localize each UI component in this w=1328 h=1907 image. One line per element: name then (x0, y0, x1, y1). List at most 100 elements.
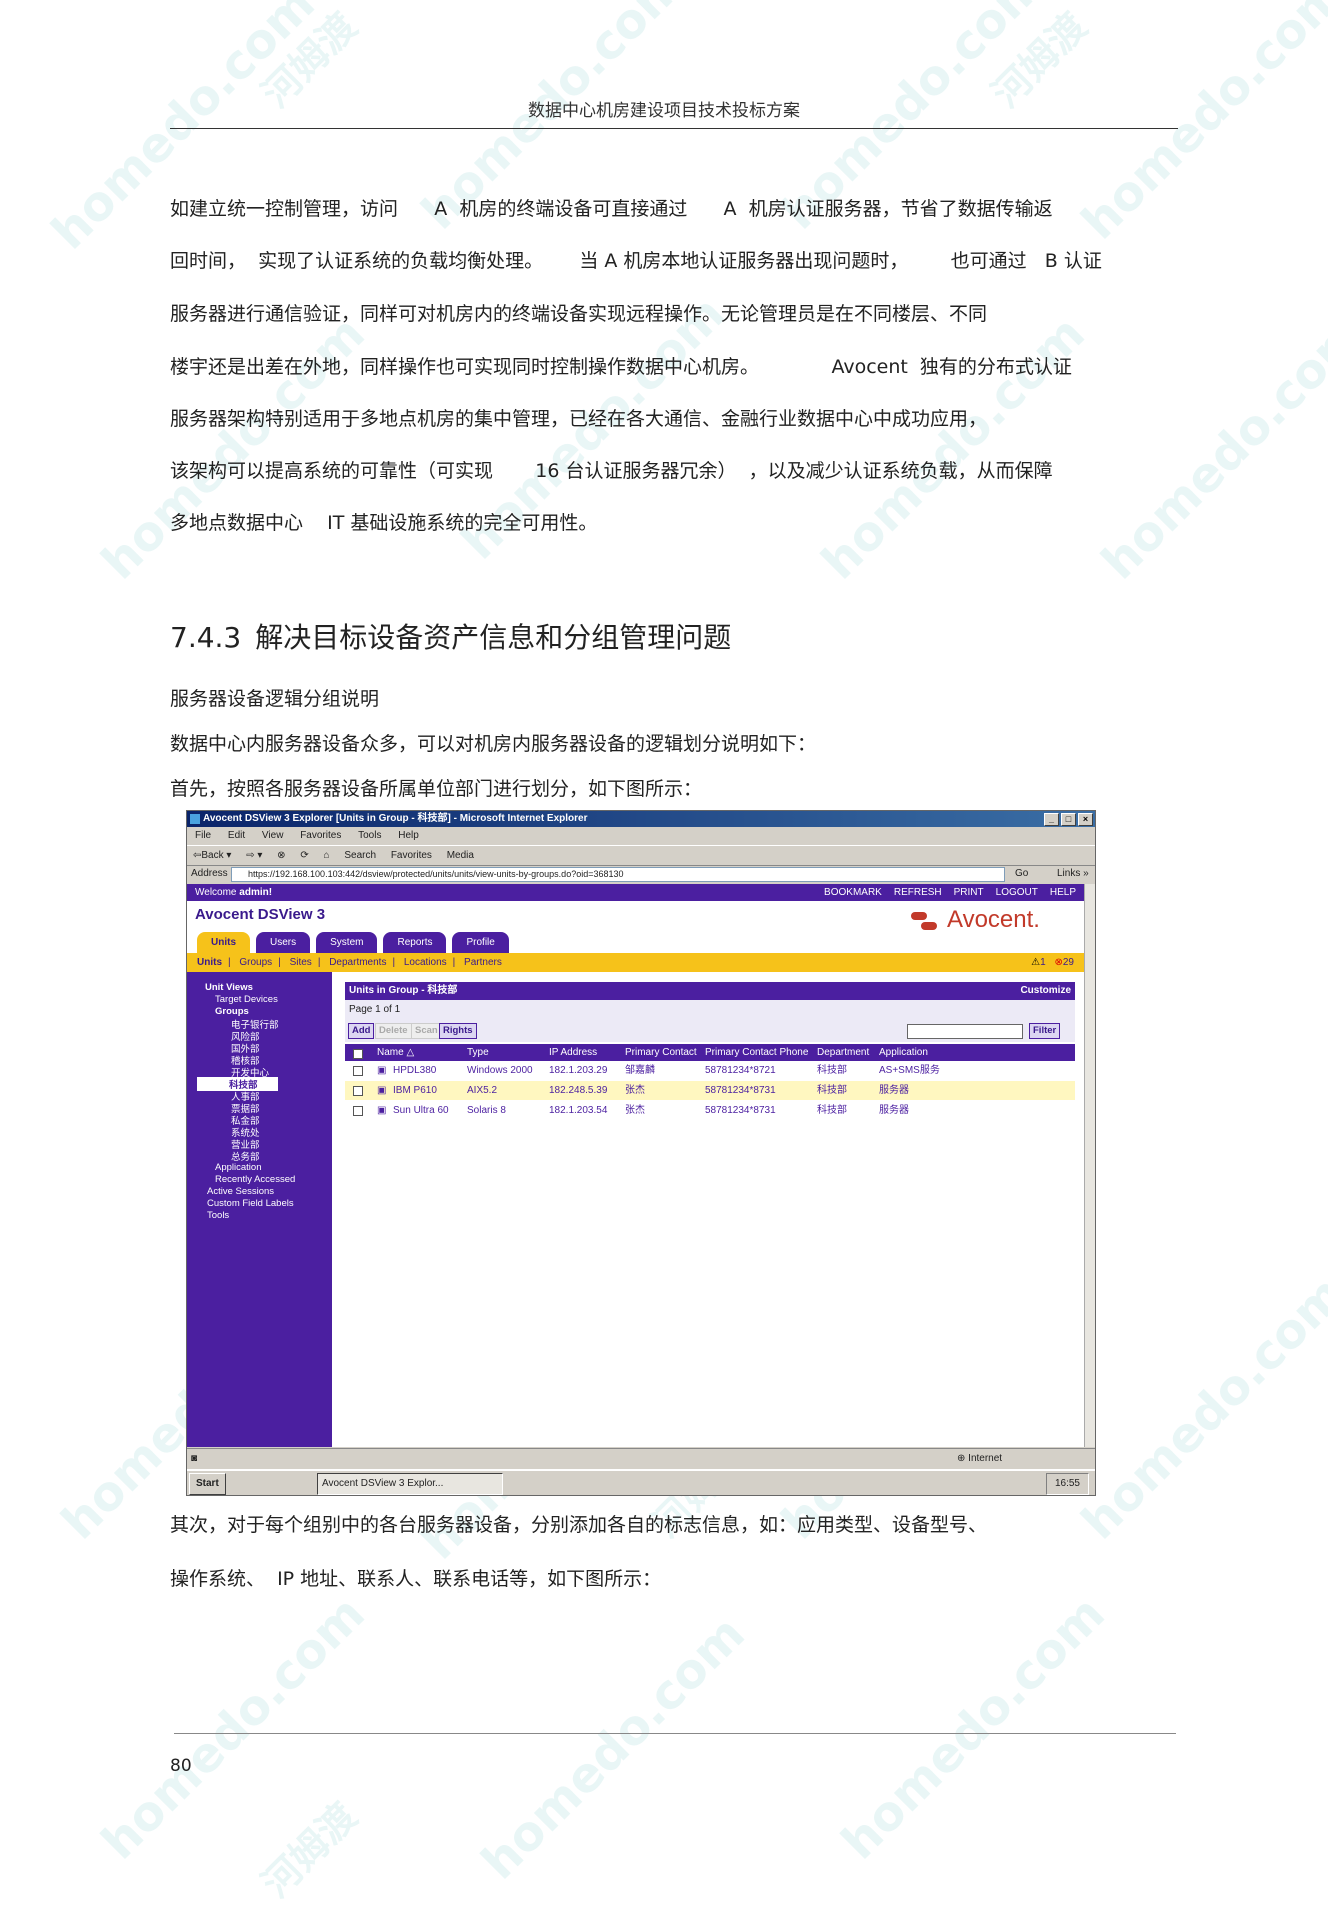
alert-counts[interactable]: ⚠1 ⊗29 (1031, 953, 1074, 972)
go-button[interactable]: Go (1015, 865, 1028, 883)
paragraph-line: 多地点数据中心 IT 基础设施系统的完全可用性。 (170, 512, 598, 534)
subnav-locations[interactable]: Locations (404, 957, 447, 968)
paragraph-line: 服务器架构特别适用于多地点机房的集中管理，已经在各大通信、金融行业数据中心中成功… (170, 408, 988, 430)
help-link[interactable]: HELP (1050, 884, 1076, 901)
maximize-icon[interactable]: □ (1061, 813, 1076, 826)
tree-unit-views[interactable]: Unit Views (205, 982, 253, 993)
delete-button[interactable]: Delete (375, 1023, 412, 1039)
tree-custom-field-labels[interactable]: Custom Field Labels (207, 1198, 294, 1209)
watermark-text: 河姆渡 (253, 1794, 366, 1906)
cell-contact: 邹嘉麟 (625, 1065, 655, 1076)
paragraph-line: 首先，按照各服务器设备所属单位部门进行划分，如下图所示： (170, 778, 703, 800)
cell-name[interactable]: IBM P610 (393, 1081, 437, 1100)
minimize-icon[interactable]: _ (1044, 813, 1059, 826)
avocent-logo: Avocent. (911, 906, 1040, 934)
tab-system[interactable]: System (316, 932, 378, 953)
col-ip[interactable]: IP Address (549, 1044, 597, 1061)
tree-application[interactable]: Application (215, 1162, 261, 1173)
tree-groups[interactable]: Groups (215, 1006, 249, 1017)
paragraph-line: 如建立统一控制管理，访问 A 机房的终端设备可直接通过 A 机房认证服务器，节省… (170, 198, 1053, 220)
cell-department: 科技部 (817, 1105, 847, 1116)
tab-reports[interactable]: Reports (383, 932, 447, 953)
paragraph-line: 楼宇还是出差在外地，同样操作也可实现同时控制操作数据中心机房。 Avocent … (170, 356, 1072, 378)
sidebar-tree: Unit Views Target Devices Groups 电子银行部 风… (187, 972, 332, 1447)
scan-button[interactable]: Scan (411, 1023, 442, 1039)
ie-icon (190, 814, 200, 824)
server-icon: ▣ (377, 1065, 387, 1076)
vertical-scrollbar[interactable] (1084, 884, 1095, 1447)
home-button[interactable]: ⌂ (324, 850, 330, 861)
menu-favorites[interactable]: Favorites (300, 830, 341, 841)
forward-button[interactable]: ⇨ ▾ (246, 850, 262, 861)
cell-department: 科技部 (817, 1065, 847, 1076)
row-checkbox[interactable] (353, 1106, 363, 1116)
tab-units[interactable]: Units (197, 932, 250, 953)
subnav-departments[interactable]: Departments (329, 957, 386, 968)
filter-input[interactable] (907, 1024, 1023, 1039)
tree-recently-accessed[interactable]: Recently Accessed (215, 1174, 295, 1185)
section-number: 7.4.3 (170, 621, 242, 654)
cell-phone: 58781234*8731 (705, 1105, 776, 1116)
customize-link[interactable]: Customize (1020, 982, 1071, 1000)
back-button[interactable]: ⇦Back ▾ (193, 850, 231, 861)
row-checkbox[interactable] (353, 1086, 363, 1096)
server-icon: ▣ (377, 1085, 387, 1096)
cell-contact: 张杰 (625, 1105, 645, 1116)
menu-help[interactable]: Help (398, 830, 419, 841)
col-application[interactable]: Application (879, 1044, 928, 1061)
filter-button[interactable]: Filter (1029, 1023, 1061, 1039)
col-primary-contact-phone[interactable]: Primary Contact Phone (705, 1044, 808, 1061)
search-button[interactable]: Search (344, 850, 376, 861)
browser-toolbar: ⇦Back ▾ ⇨ ▾ ⊗ ⟳ ⌂ Search Favorites Media (187, 845, 1095, 866)
favorites-button[interactable]: Favorites (391, 850, 432, 861)
row-checkbox[interactable] (353, 1066, 363, 1076)
bookmark-link[interactable]: BOOKMARK (824, 884, 882, 901)
tree-active-sessions[interactable]: Active Sessions (207, 1186, 274, 1197)
tree-target-devices[interactable]: Target Devices (215, 994, 278, 1005)
dsview-screenshot: Avocent DSView 3 Explorer [Units in Grou… (186, 810, 1096, 1496)
rights-button[interactable]: Rights (439, 1023, 477, 1039)
table-row[interactable]: ▣ IBM P610 AIX5.2 182.248.5.39 张杰 587812… (345, 1081, 1075, 1101)
col-department[interactable]: Department (817, 1044, 869, 1061)
cell-name[interactable]: HPDL380 (393, 1061, 436, 1080)
refresh-button[interactable]: ⟳ (300, 850, 308, 861)
logout-link[interactable]: LOGOUT (996, 884, 1038, 901)
tab-users[interactable]: Users (256, 932, 311, 953)
subnav-units[interactable]: Units (197, 957, 222, 968)
start-button[interactable]: Start (189, 1473, 226, 1495)
stop-button[interactable]: ⊗ (277, 850, 285, 861)
table-row[interactable]: ▣ Sun Ultra 60 Solaris 8 182.1.203.54 张杰… (345, 1101, 1075, 1121)
menu-edit[interactable]: Edit (228, 830, 245, 841)
col-type[interactable]: Type (467, 1044, 489, 1061)
tree-tools[interactable]: Tools (207, 1210, 229, 1221)
tab-profile[interactable]: Profile (452, 932, 509, 953)
taskbar-window-button[interactable]: Avocent DSView 3 Explor... (317, 1473, 503, 1495)
address-input[interactable]: https://192.168.100.103:442/dsview/prote… (231, 867, 1005, 882)
menu-file[interactable]: File (195, 830, 211, 841)
table-column-headers: Name △ Type IP Address Primary Contact P… (345, 1044, 1075, 1061)
watermark-text: homedo.com (90, 305, 376, 591)
col-name[interactable]: Name △ (377, 1044, 414, 1061)
cell-name[interactable]: Sun Ultra 60 (393, 1101, 449, 1120)
table-row[interactable]: ▣ HPDL380 Windows 2000 182.1.203.29 邹嘉麟 … (345, 1061, 1075, 1081)
print-link[interactable]: PRINT (954, 884, 984, 901)
media-button[interactable]: Media (447, 850, 474, 861)
subnav-sites[interactable]: Sites (290, 957, 312, 968)
tree-group-item[interactable]: 总务部 (231, 1149, 260, 1163)
watermark-text: homedo.com (830, 1585, 1116, 1871)
refresh-link[interactable]: REFRESH (894, 884, 942, 901)
links-button[interactable]: Links » (1057, 865, 1089, 883)
error-count: 29 (1062, 957, 1074, 968)
col-primary-contact[interactable]: Primary Contact (625, 1044, 697, 1061)
close-icon[interactable]: × (1078, 813, 1093, 826)
pagination-bar: Page 1 of 1 (345, 1000, 1075, 1020)
select-all-checkbox[interactable] (353, 1049, 363, 1059)
welcome-bar: Welcome admin! BOOKMARK REFRESH PRINT LO… (187, 884, 1084, 901)
subnav-groups[interactable]: Groups (239, 957, 272, 968)
add-button[interactable]: Add (348, 1023, 375, 1039)
subnav-partners[interactable]: Partners (464, 957, 502, 968)
menu-tools[interactable]: Tools (358, 830, 381, 841)
main-tabs: Units Users System Reports Profile (197, 932, 509, 953)
paragraph-line: 数据中心内服务器设备众多，可以对机房内服务器设备的逻辑划分说明如下： (170, 733, 817, 755)
menu-view[interactable]: View (262, 830, 284, 841)
